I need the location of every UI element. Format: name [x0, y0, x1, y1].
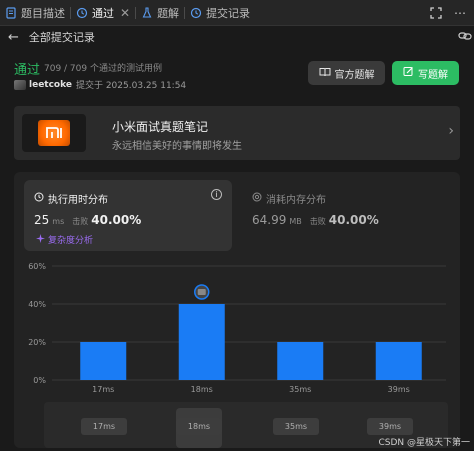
range-label: 35ms — [273, 418, 319, 435]
bar — [375, 342, 422, 380]
y-tick-label: 60% — [28, 262, 46, 271]
range-label: 17ms — [81, 418, 127, 435]
range-label: 18ms — [176, 418, 222, 435]
bar — [178, 304, 225, 380]
bar — [80, 342, 127, 380]
avatar — [197, 289, 206, 295]
runtime-distribution-chart: 0% 20% 40% 60% 17ms 18ms 35ms 39ms — [28, 262, 446, 394]
x-tick-label: 39ms — [388, 385, 410, 394]
watermark: CSDN @星极天下第一 — [378, 438, 470, 448]
y-tick-label: 0% — [33, 376, 46, 385]
bar — [277, 342, 324, 380]
x-tick-label: 18ms — [191, 385, 213, 394]
y-tick-label: 20% — [28, 338, 46, 347]
y-tick-label: 40% — [28, 300, 46, 309]
range-label: 39ms — [367, 418, 413, 435]
x-tick-label: 17ms — [92, 385, 114, 394]
x-tick-label: 35ms — [289, 385, 311, 394]
